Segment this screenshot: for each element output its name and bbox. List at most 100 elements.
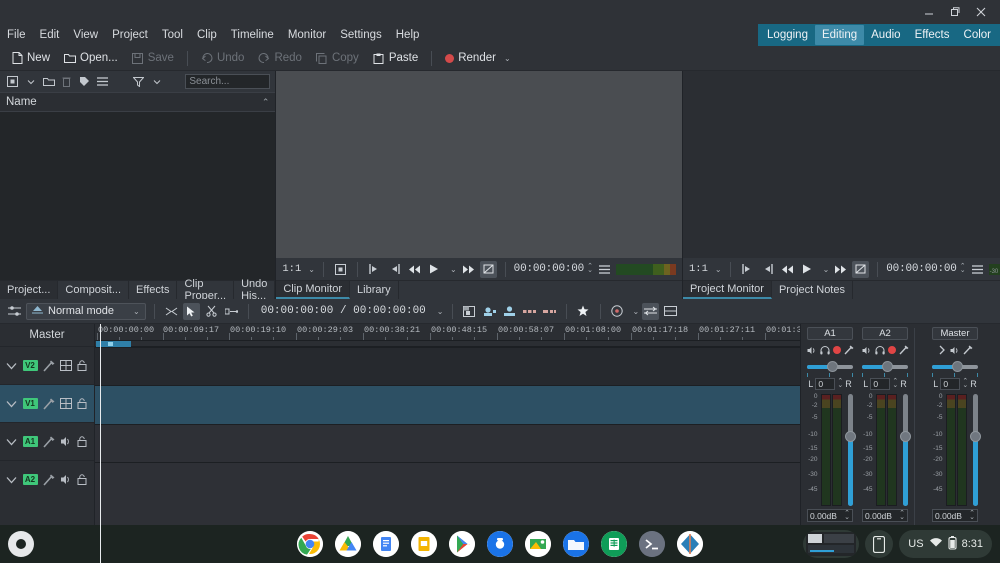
menu-file[interactable]: File — [0, 24, 33, 46]
save-button[interactable]: Save — [126, 50, 180, 66]
mixer-channel-name-a2[interactable]: A2 — [862, 327, 908, 340]
workspace-color[interactable]: Color — [957, 25, 998, 45]
track-mute-icon[interactable] — [60, 473, 72, 486]
timeline-settings-icon[interactable] — [6, 303, 23, 320]
clip-zoom-chevron-icon[interactable]: ⌄ — [308, 265, 315, 274]
clip-monitor-zoom[interactable]: 1:1 — [282, 263, 301, 275]
project-monitor-timecode[interactable]: 00:00:00:00 — [886, 263, 957, 275]
pan-slider-a2[interactable] — [862, 361, 908, 373]
phone-hub-button[interactable] — [865, 530, 894, 558]
edit-mode-chevron-icon[interactable]: ⌄ — [133, 307, 140, 316]
track-name-a2[interactable]: A2 — [22, 474, 38, 485]
new-folder-icon[interactable] — [41, 74, 56, 89]
minimize-button[interactable] — [916, 2, 942, 22]
redo-button[interactable]: Redo — [252, 50, 308, 66]
maximize-restore-button[interactable] — [942, 2, 968, 22]
menu-help[interactable]: Help — [389, 24, 427, 46]
selection-tool-icon[interactable] — [182, 302, 200, 320]
favorite-effects-icon[interactable] — [575, 303, 592, 320]
project-zoom-chevron-icon[interactable]: ⌄ — [715, 265, 722, 274]
mixer-channel-name-master[interactable]: Master — [932, 327, 978, 340]
bin-menu-icon[interactable] — [95, 74, 110, 89]
gain-value-row-a1[interactable]: 0.00dB ⌃ ⌄ — [807, 509, 853, 522]
tab-library[interactable]: Library — [350, 281, 399, 299]
insert-zone-icon[interactable] — [481, 303, 498, 320]
headphones-icon[interactable] — [874, 345, 885, 355]
marker-chevron-icon[interactable]: ⌄ — [633, 307, 640, 316]
pan-spinner-a1[interactable]: ⌃ ⌄ — [837, 378, 843, 389]
track-header-a1[interactable]: A1 — [0, 422, 94, 460]
google-docs-icon[interactable] — [373, 531, 399, 557]
close-button[interactable] — [968, 2, 994, 22]
google-drive-icon[interactable] — [335, 531, 361, 557]
menu-timeline[interactable]: Timeline — [224, 24, 281, 46]
razor-tool-icon[interactable] — [203, 303, 220, 320]
open-button[interactable]: Open... — [58, 50, 124, 66]
project-rewind-icon[interactable] — [779, 261, 796, 278]
mix-clips-icon[interactable] — [461, 303, 478, 320]
collapse-chevron-icon[interactable] — [6, 359, 18, 372]
show-video-thumbnails-icon[interactable] — [662, 303, 679, 320]
overwrite-zone-icon[interactable] — [501, 303, 518, 320]
track-effects-icon[interactable] — [42, 473, 55, 486]
workspace-editing[interactable]: Editing — [814, 25, 865, 45]
clip-timecode-spinner[interactable]: ⌃ ⌄ — [587, 263, 593, 274]
track-hide-video-icon[interactable] — [59, 397, 72, 410]
clip-monitor-menu-icon[interactable] — [596, 261, 613, 278]
add-marker-icon[interactable] — [609, 303, 626, 320]
project-use-zone-icon[interactable] — [852, 260, 870, 278]
track-name-v1[interactable]: V1 — [22, 398, 38, 409]
play-icon[interactable] — [426, 261, 443, 278]
gallery-icon[interactable] — [525, 531, 551, 557]
pan-value-a2[interactable]: 0 — [870, 378, 891, 390]
track-hide-video-icon[interactable] — [59, 359, 72, 372]
project-timecode-spinner[interactable]: ⌃ ⌄ — [960, 263, 966, 274]
workspace-audio[interactable]: Audio — [864, 25, 907, 45]
record-icon[interactable] — [887, 346, 896, 354]
mute-icon[interactable] — [950, 345, 960, 355]
gain-value-row-master[interactable]: 0.00dB ⌃ ⌄ — [932, 509, 978, 522]
tab-project-notes[interactable]: Project Notes — [772, 281, 853, 299]
timeline-timecode[interactable]: 00:00:00:00 / 00:00:00:00 — [257, 305, 430, 317]
google-slides-icon[interactable] — [411, 531, 437, 557]
files-icon[interactable] — [563, 531, 589, 557]
track-lock-icon[interactable] — [77, 359, 89, 372]
search-input[interactable]: Search... — [185, 74, 271, 89]
add-clip-icon[interactable] — [5, 74, 20, 89]
project-monitor-zoom[interactable]: 1:1 — [689, 263, 708, 275]
project-play-icon[interactable] — [799, 261, 816, 278]
volume-fader-master[interactable] — [969, 394, 981, 506]
pan-slider-master[interactable] — [932, 361, 978, 373]
paste-button[interactable]: Paste — [367, 50, 424, 66]
pan-spinner-a2[interactable]: ⌃ ⌄ — [892, 378, 898, 389]
delete-clip-icon[interactable] — [59, 74, 74, 89]
record-icon[interactable] — [832, 346, 841, 354]
terminal-icon[interactable] — [639, 531, 665, 557]
launcher-button[interactable] — [8, 531, 34, 557]
workspace-effects[interactable]: Effects — [908, 25, 957, 45]
lift-zone-icon[interactable] — [541, 303, 558, 320]
clip-monitor-timecode[interactable]: 00:00:00:00 — [514, 263, 585, 275]
project-monitor-menu-icon[interactable] — [969, 261, 986, 278]
track-name-v2[interactable]: V2 — [22, 360, 38, 371]
track-header-v2[interactable]: V2 — [0, 346, 94, 384]
filter-icon[interactable] — [131, 74, 146, 89]
filter-dropdown-icon[interactable] — [149, 74, 164, 89]
pan-slider-a1[interactable] — [807, 361, 853, 373]
chrome-icon[interactable] — [297, 531, 323, 557]
headphones-icon[interactable] — [819, 345, 830, 355]
menu-monitor[interactable]: Monitor — [281, 24, 333, 46]
menu-settings[interactable]: Settings — [333, 24, 389, 46]
spacer-tool-icon[interactable] — [223, 303, 240, 320]
mixer-strip-a2[interactable]: A2 L 0 ⌃ ⌄ R 0 -2 -5 -10 -15 -20 -30 -45… — [859, 326, 911, 528]
timeline-zone[interactable] — [96, 341, 131, 347]
mute-icon[interactable] — [807, 345, 817, 355]
gain-spinner-a1[interactable]: ⌃ ⌄ — [844, 510, 850, 521]
set-zone-out-icon[interactable] — [386, 261, 403, 278]
menu-clip[interactable]: Clip — [190, 24, 224, 46]
gain-spinner-a2[interactable]: ⌃ ⌄ — [899, 510, 905, 521]
bin-column-header[interactable]: Name ⌃ — [0, 92, 276, 112]
track-header-a2[interactable]: A2 — [0, 460, 94, 498]
edit-mode-select[interactable]: Normal mode ⌄ — [26, 302, 146, 320]
project-play-options-chevron-icon[interactable]: ⌄ — [823, 265, 830, 274]
